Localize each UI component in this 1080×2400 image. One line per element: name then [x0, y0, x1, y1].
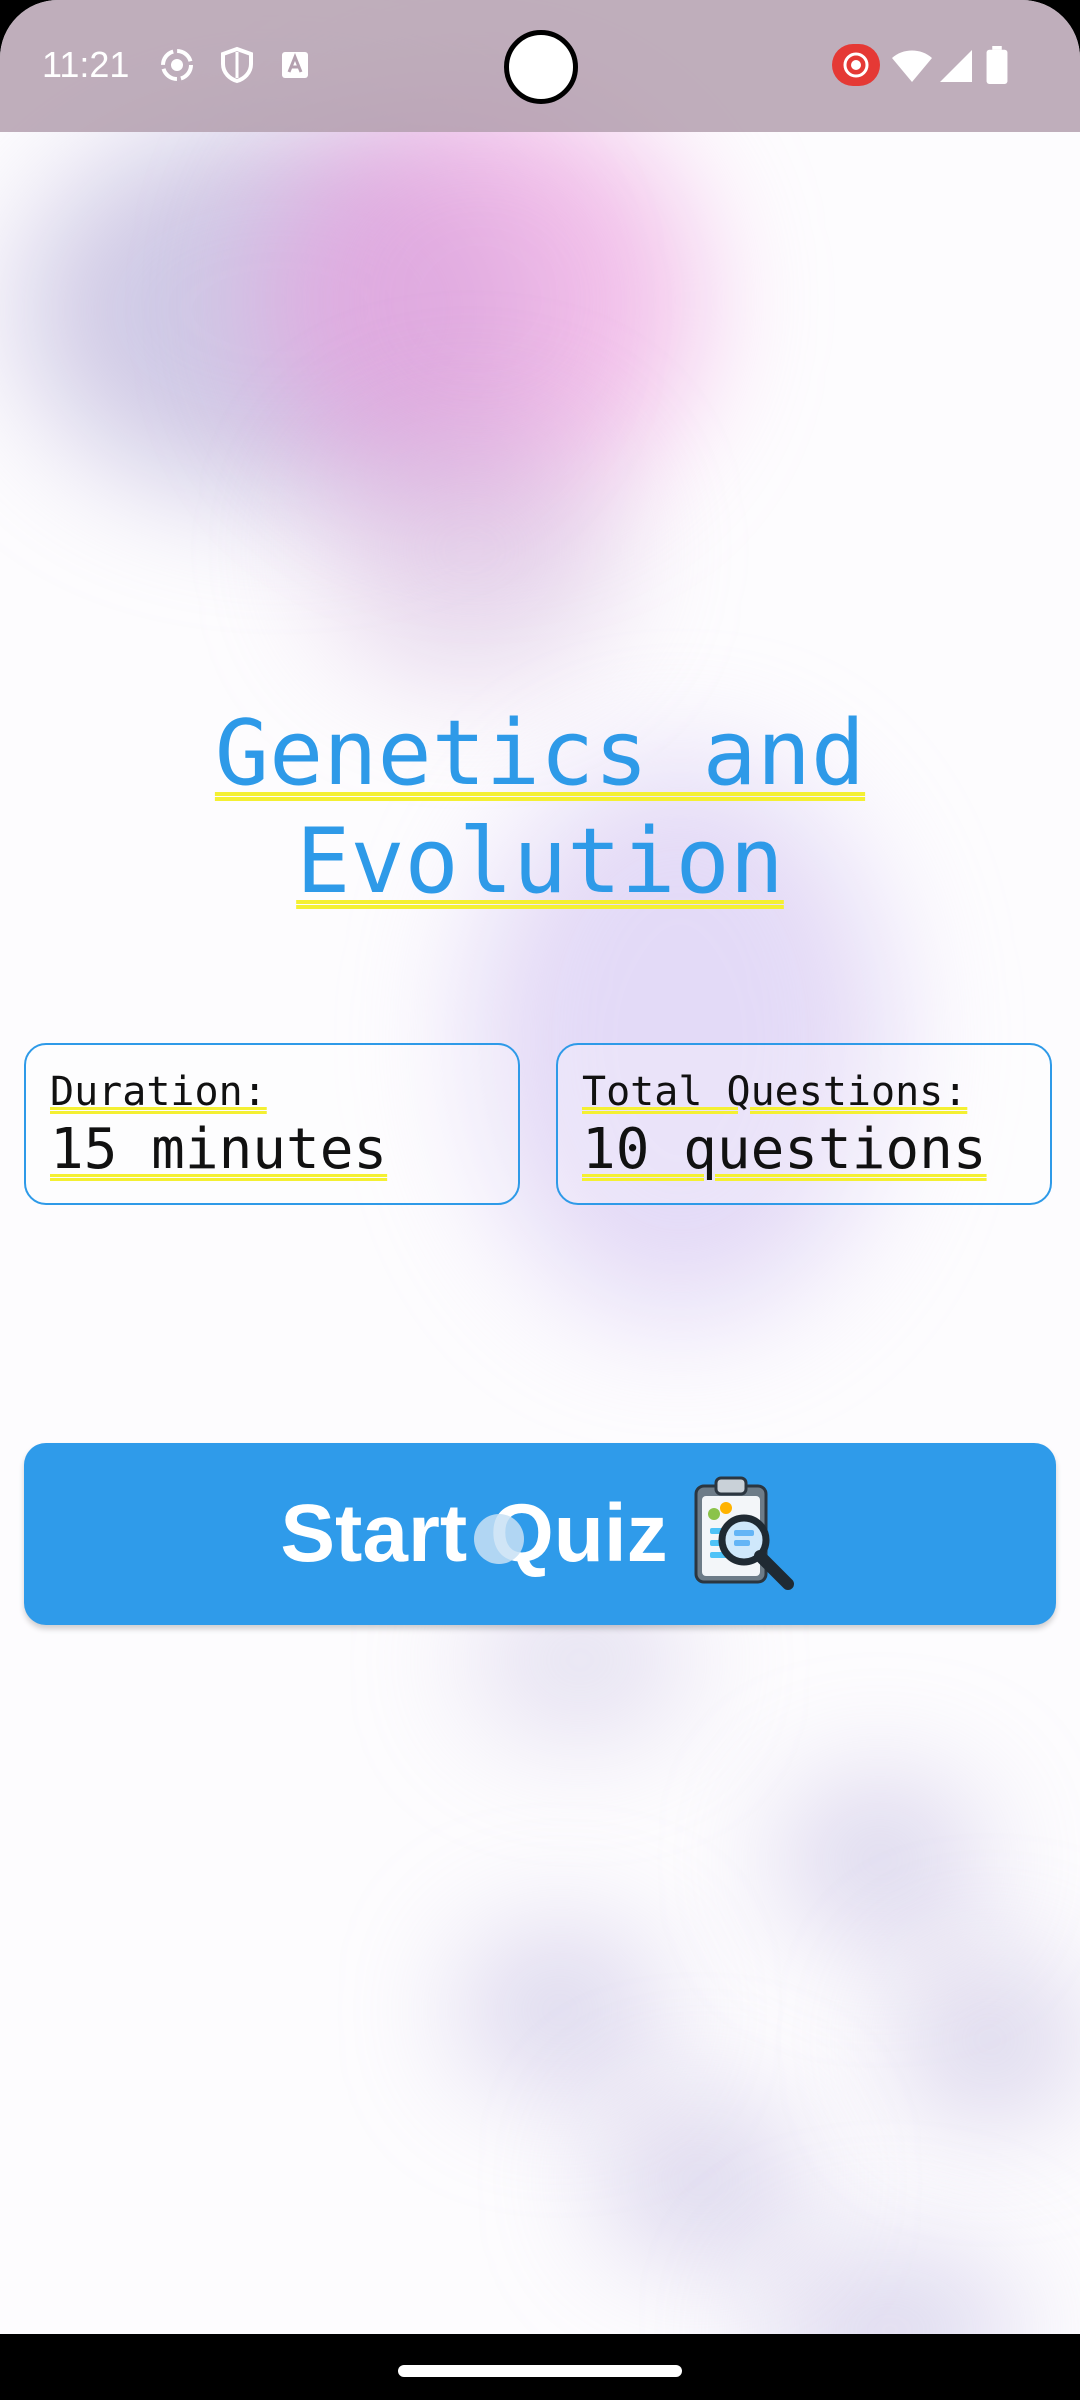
status-time: 11:21 — [42, 44, 130, 85]
clipboard-magnifier-icon — [694, 1476, 794, 1590]
wifi-icon — [892, 50, 932, 82]
quiz-title-line-1: Genetics and — [214, 701, 866, 806]
duration-value: 15 minutes — [50, 1117, 388, 1182]
background-blob — [600, 2100, 800, 2260]
quiz-title-line-2: Evolution — [296, 809, 784, 914]
front-camera — [504, 30, 578, 104]
duration-label: Duration: — [50, 1069, 267, 1115]
battery-icon — [986, 46, 1008, 84]
home-gesture-handle[interactable] — [398, 2365, 682, 2377]
vpn-shield-icon — [221, 46, 253, 84]
total-questions-label: Total Questions: — [582, 1069, 968, 1115]
app-screen: 11:21 Genetics and Evolution Duration: 1… — [0, 0, 1080, 2400]
screen-record-icon — [832, 44, 880, 86]
total-questions-card: Total Questions: 10 questions — [556, 1043, 1052, 1205]
camera-icon — [161, 49, 193, 81]
background-blob — [320, 420, 620, 680]
background-blob — [460, 1930, 660, 2090]
status-bar: 11:21 — [0, 0, 1080, 132]
background-blob — [780, 1780, 980, 1940]
total-questions-value: 10 questions — [582, 1117, 987, 1182]
text-icon — [282, 52, 308, 78]
touch-ripple — [474, 1514, 524, 1564]
duration-card: Duration: 15 minutes — [24, 1043, 520, 1205]
signal-icon — [940, 50, 972, 82]
quiz-title: Genetics and Evolution — [140, 700, 940, 916]
start-quiz-button[interactable]: Start Quiz — [24, 1443, 1056, 1625]
background-blob — [900, 1960, 1080, 2120]
